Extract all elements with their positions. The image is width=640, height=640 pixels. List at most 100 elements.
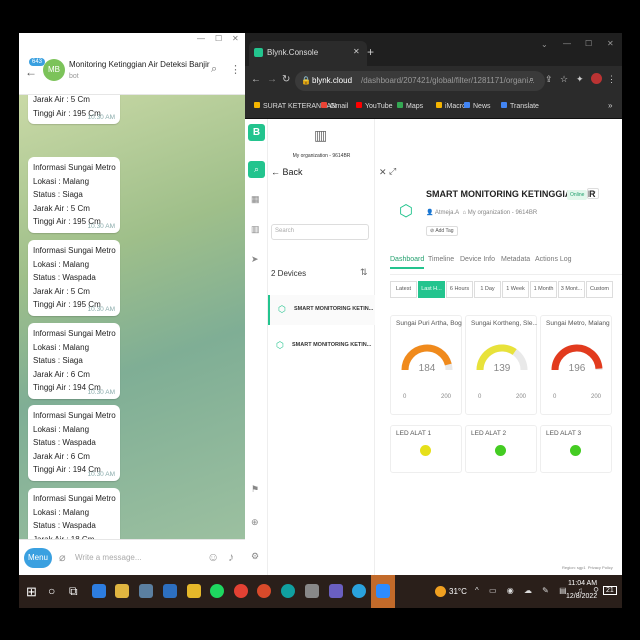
minimize-icon[interactable]: —: [197, 34, 205, 43]
tab-item[interactable]: Metadata: [501, 256, 530, 263]
tab-item[interactable]: Actions Log: [535, 256, 572, 263]
time-range-button[interactable]: Custom: [586, 281, 613, 298]
clock-date[interactable]: 12/8/2022: [566, 593, 597, 600]
message-bubble[interactable]: Informasi Sungai Metro Lokasi : Malang Sta…: [28, 240, 120, 316]
led-widget[interactable]: LED ALAT 1: [390, 425, 462, 473]
back-link[interactable]: ← Back: [271, 167, 303, 177]
time-range-button[interactable]: Last H...: [418, 281, 445, 298]
profile-avatar[interactable]: [591, 73, 602, 84]
expand-icon[interactable]: ⤢: [389, 166, 396, 177]
clock-time[interactable]: 11:04 AM: [568, 580, 597, 587]
sort-icon[interactable]: ⇅: [360, 267, 368, 278]
maximize-icon[interactable]: ☐: [215, 34, 222, 43]
bookmark-item[interactable]: Maps: [397, 102, 423, 110]
forward-icon[interactable]: →: [267, 74, 277, 85]
extensions-icon[interactable]: ✦: [576, 74, 584, 85]
message-bubble[interactable]: Informasi Sungai Metro Lokasi : Malang Sta…: [28, 323, 120, 399]
time-range-button[interactable]: 6 Hours: [446, 281, 473, 298]
close-panel-icon[interactable]: ✕: [379, 167, 387, 178]
sticky-icon[interactable]: [187, 584, 201, 598]
app2-icon[interactable]: [305, 584, 319, 598]
share-icon[interactable]: ⇪: [545, 74, 553, 85]
message-bubble[interactable]: Informasi Sungai Metro Lokasi : Malang Sta…: [28, 157, 120, 233]
announce-icon[interactable]: ⚑: [251, 484, 259, 495]
privacy-link[interactable]: Privacy Policy: [588, 565, 613, 570]
bookmark-item[interactable]: News: [464, 102, 491, 110]
bookmark-item[interactable]: Gmail: [321, 102, 348, 110]
close-icon[interactable]: ✕: [232, 34, 239, 43]
led-widget[interactable]: LED ALAT 2: [465, 425, 537, 473]
add-tag-button[interactable]: ⊘ Add Tag: [426, 226, 458, 236]
chrome-profile-icon[interactable]: [257, 584, 271, 598]
app-icon[interactable]: [139, 584, 153, 598]
telegram-icon[interactable]: [352, 584, 366, 598]
minimize-icon[interactable]: —: [563, 39, 571, 48]
close-icon[interactable]: ✕: [607, 39, 614, 48]
mail-icon[interactable]: [163, 584, 177, 598]
settings-icon[interactable]: ⚙: [251, 551, 259, 562]
gauge-widget[interactable]: Sungai Metro, Malang 196 0 200: [540, 315, 612, 415]
new-tab-icon[interactable]: +: [367, 45, 374, 59]
maximize-icon[interactable]: ☐: [585, 39, 592, 48]
arduino-icon[interactable]: [281, 584, 295, 598]
search-icon[interactable]: ⌕: [211, 63, 217, 76]
app3-icon[interactable]: [329, 584, 343, 598]
device-row[interactable]: ⬡ SMART MONITORING KETIN...: [268, 331, 375, 361]
chat-title[interactable]: Monitoring Ketinggian Air Deteksi Banjir: [69, 60, 210, 69]
time-range-button[interactable]: Latest: [390, 281, 417, 298]
tab-item[interactable]: Device Info: [460, 256, 495, 263]
device-row[interactable]: ⬡ SMART MONITORING KETIN...: [268, 295, 375, 325]
spotify-icon[interactable]: [210, 584, 224, 598]
back-icon[interactable]: ←: [251, 74, 261, 85]
notes-icon[interactable]: [115, 584, 129, 598]
time-range-button[interactable]: 1 Week: [502, 281, 529, 298]
menu-button[interactable]: Menu: [24, 548, 52, 568]
building-icon[interactable]: ▥: [251, 224, 260, 235]
task-view-icon[interactable]: ⧉: [69, 584, 78, 599]
message-input[interactable]: Write a message...: [75, 553, 142, 562]
search-nav-icon[interactable]: ⌕: [248, 161, 265, 178]
time-range-button[interactable]: 1 Month: [530, 281, 557, 298]
tab-close-icon[interactable]: ✕: [353, 47, 360, 56]
time-range-button[interactable]: 3 Mont...: [558, 281, 585, 298]
gauge-widget[interactable]: Sungai Kortheng, Sle... 139 0 200: [465, 315, 537, 415]
device-menu-button[interactable]: ⋯: [587, 188, 599, 199]
menu-icon[interactable]: ⋮: [607, 74, 616, 85]
notification-badge[interactable]: 21: [603, 586, 617, 595]
star-icon[interactable]: ☆: [560, 74, 568, 85]
gauge-widget[interactable]: Sungai Puri Artha, Bogor 184 0 200: [390, 315, 462, 415]
attach-icon[interactable]: ⌀: [59, 551, 66, 564]
chevron-down-icon[interactable]: ⌄: [541, 40, 548, 49]
emoji-icon[interactable]: ☺: [207, 550, 219, 564]
chrome-icon[interactable]: [234, 584, 248, 598]
help-icon[interactable]: ⊕: [251, 517, 259, 528]
back-arrow-icon[interactable]: ←: [25, 65, 37, 79]
bookmark-item[interactable]: Translate: [501, 102, 539, 110]
tab-item[interactable]: Dashboard: [390, 256, 425, 269]
grid-icon[interactable]: ▦: [251, 194, 260, 205]
message-bubble[interactable]: Informasi Sungai Metro Lokasi : Malang Sta…: [28, 488, 120, 539]
device-search-input[interactable]: Search: [271, 224, 369, 240]
tab-item[interactable]: Timeline: [428, 256, 454, 263]
more-icon[interactable]: ⋮: [230, 63, 241, 76]
blynk-logo[interactable]: B: [248, 124, 265, 141]
zoom-icon[interactable]: ⌕: [529, 74, 534, 85]
windows-start-icon[interactable]: ⊞: [26, 584, 37, 600]
avatar[interactable]: MB: [43, 59, 65, 81]
search-icon[interactable]: ○: [48, 584, 55, 598]
message-bubble[interactable]: Informasi Sungai Metro Lokasi : Malang Sta…: [28, 405, 120, 481]
reload-icon[interactable]: ↻: [282, 74, 290, 85]
weather-icon[interactable]: [435, 586, 446, 597]
zoom-icon[interactable]: [376, 584, 390, 598]
bookmark-item[interactable]: YouTube: [356, 102, 393, 110]
more-bookmarks-icon[interactable]: »: [608, 101, 612, 110]
send-icon[interactable]: ➤: [251, 254, 259, 265]
led-widget[interactable]: LED ALAT 3: [540, 425, 612, 473]
url-field[interactable]: 🔒 blynk.cloud /dashboard/207421/global/f…: [295, 71, 545, 91]
time-range-button[interactable]: 1 Day: [474, 281, 501, 298]
tab-blynk[interactable]: Blynk.Console ✕: [249, 41, 367, 66]
microphone-icon[interactable]: ♪: [228, 550, 234, 564]
message-bubble[interactable]: Jarak Air : 5 Cm Tinggi Air : 195 Cm 10.30…: [28, 95, 120, 125]
temperature[interactable]: 31°C: [449, 587, 467, 596]
edge-icon[interactable]: [92, 584, 106, 598]
